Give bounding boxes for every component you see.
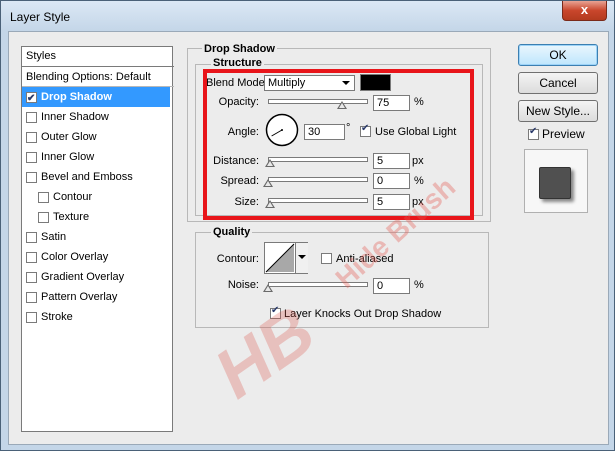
styles-header[interactable]: Styles xyxy=(22,47,174,67)
style-item-pattern-overlay[interactable]: Pattern Overlay xyxy=(22,287,170,307)
contour-picker[interactable] xyxy=(264,242,308,274)
style-item-satin[interactable]: Satin xyxy=(22,227,170,247)
drop-shadow-title: Drop Shadow xyxy=(202,43,277,55)
contour-linear-icon xyxy=(265,243,295,273)
style-item-texture[interactable]: Texture xyxy=(22,207,170,227)
style-item-contour[interactable]: Contour xyxy=(22,187,170,207)
layer-style-dialog: Layer Style x Styles Blending Options: D… xyxy=(0,0,615,451)
window-title: Layer Style xyxy=(10,10,71,24)
new-style-button[interactable]: New Style... xyxy=(518,100,598,122)
style-item-label: Texture xyxy=(53,211,90,223)
style-item-label: Drop Shadow xyxy=(41,91,112,103)
style-item-label: Satin xyxy=(41,231,67,243)
style-item-label: Inner Shadow xyxy=(41,111,109,123)
chevron-down-icon xyxy=(298,255,306,259)
style-item-inner-shadow[interactable]: Inner Shadow xyxy=(22,107,170,127)
blending-options-item[interactable]: Blending Options: Default xyxy=(22,67,174,87)
style-checkbox[interactable] xyxy=(26,172,37,183)
preview-shape xyxy=(539,167,571,199)
style-item-label: Color Overlay xyxy=(41,251,109,263)
style-item-label: Stroke xyxy=(41,311,73,323)
style-checkbox[interactable] xyxy=(26,89,37,109)
title-bar[interactable]: Layer Style x xyxy=(1,1,614,31)
style-item-drop-shadow[interactable]: Drop Shadow xyxy=(22,87,170,109)
style-item-bevel-and-emboss[interactable]: Bevel and Emboss xyxy=(22,167,170,187)
style-checkbox[interactable] xyxy=(26,292,37,303)
style-checkbox[interactable] xyxy=(26,112,37,123)
style-item-label: Pattern Overlay xyxy=(41,291,118,303)
structure-title: Structure xyxy=(211,57,264,69)
style-item-color-overlay[interactable]: Color Overlay xyxy=(22,247,170,267)
style-checkbox[interactable] xyxy=(26,152,37,163)
cancel-button[interactable]: Cancel xyxy=(518,72,598,94)
style-checkbox[interactable] xyxy=(38,212,49,223)
noise-label: Noise: xyxy=(227,279,259,291)
noise-slider-handle[interactable] xyxy=(263,284,273,292)
style-item-inner-glow[interactable]: Inner Glow xyxy=(22,147,170,167)
contour-label: Contour: xyxy=(216,253,259,265)
style-item-stroke[interactable]: Stroke xyxy=(22,307,170,327)
noise-input[interactable]: 0 xyxy=(373,278,410,294)
style-item-label: Gradient Overlay xyxy=(41,271,125,283)
style-item-gradient-overlay[interactable]: Gradient Overlay xyxy=(22,267,170,287)
preview-checkbox[interactable] xyxy=(528,126,539,140)
ok-button[interactable]: OK xyxy=(518,44,598,66)
style-checkbox[interactable] xyxy=(26,252,37,263)
style-checkbox[interactable] xyxy=(38,192,49,203)
style-checkbox[interactable] xyxy=(26,312,37,323)
style-item-label: Outer Glow xyxy=(41,131,97,143)
quality-title: Quality xyxy=(211,226,253,238)
contour-dropdown-button[interactable] xyxy=(295,243,308,273)
style-checkbox[interactable] xyxy=(26,232,37,243)
preview-label[interactable]: Preview xyxy=(542,127,585,141)
style-checkbox[interactable] xyxy=(26,272,37,283)
noise-unit: % xyxy=(414,279,424,291)
style-item-label: Bevel and Emboss xyxy=(41,171,133,183)
dialog-client-area: Styles Blending Options: Default Drop Sh… xyxy=(8,31,609,445)
knocks-out-label[interactable]: Layer Knocks Out Drop Shadow xyxy=(284,308,441,320)
styles-list: Styles Blending Options: Default Drop Sh… xyxy=(21,46,174,432)
close-button[interactable]: x xyxy=(562,1,607,21)
style-checkbox[interactable] xyxy=(26,132,37,143)
style-item-label: Contour xyxy=(53,191,93,203)
style-item-outer-glow[interactable]: Outer Glow xyxy=(22,127,170,147)
anti-aliased-checkbox[interactable] xyxy=(321,253,332,264)
style-item-label: Inner Glow xyxy=(41,151,95,163)
preview-thumbnail xyxy=(524,149,588,213)
